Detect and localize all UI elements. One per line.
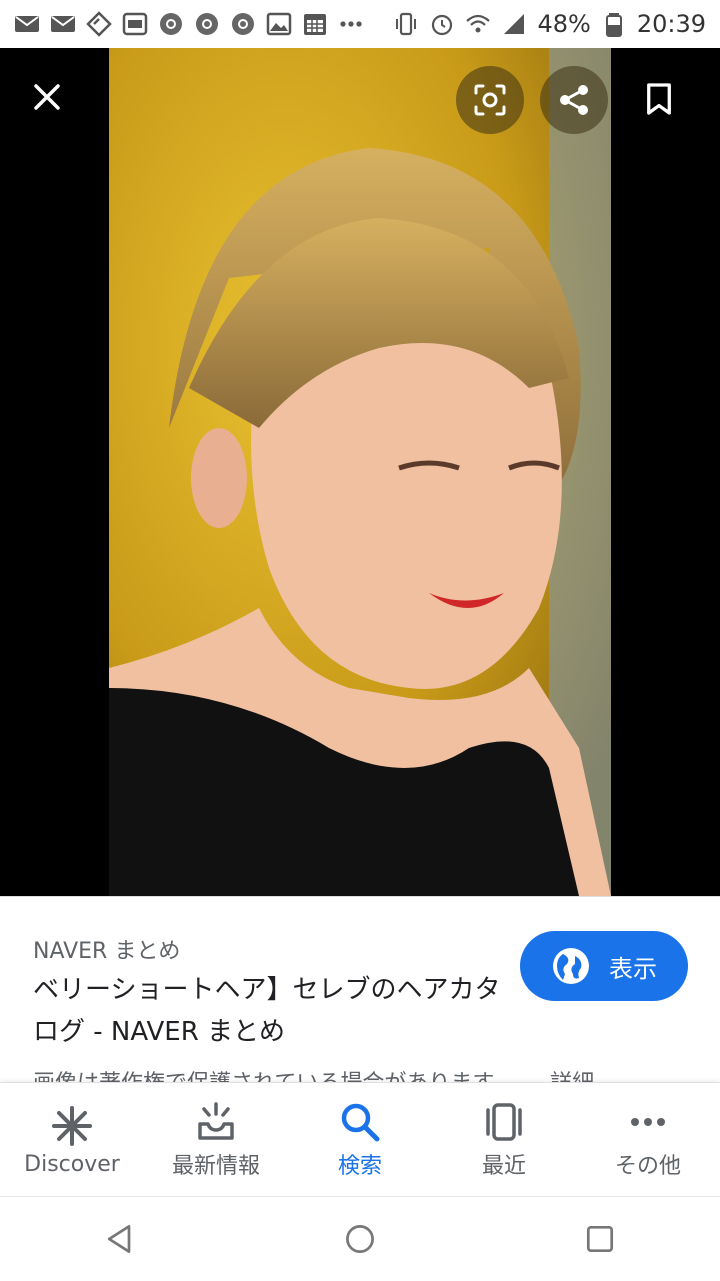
wifi-icon (465, 11, 491, 37)
home-button[interactable] (330, 1209, 390, 1269)
image-viewer (0, 48, 720, 896)
portrait-photo (109, 48, 611, 896)
recent-icon (486, 1103, 522, 1141)
system-navigation-bar (0, 1196, 720, 1281)
asterisk-icon (52, 1105, 92, 1146)
vibrate-icon (393, 11, 419, 37)
nav-label: 最新情報 (171, 1154, 260, 1179)
nav-label: 最近 (481, 1154, 526, 1179)
copyright-notice: 画像は著作権で保護されている場合があります。詳細 (33, 1065, 594, 1083)
image-icon (266, 11, 292, 37)
app-icon (86, 11, 112, 37)
updates-icon (198, 1102, 234, 1140)
recents-square-icon (586, 1225, 614, 1253)
result-info-panel: NAVER まとめ ベリーショートヘア】セレブのヘアカタログ - NAVER ま… (0, 896, 720, 1083)
more-icon (631, 1118, 665, 1126)
calendar-icon (302, 11, 328, 37)
nav-label: Discover (24, 1151, 120, 1177)
source-name[interactable]: NAVER まとめ (33, 933, 180, 965)
chrome-icon (230, 11, 256, 37)
clock: 20:39 (636, 10, 706, 38)
au-wallet-icon (122, 11, 148, 37)
globe-icon (553, 948, 589, 984)
recents-button[interactable] (570, 1209, 630, 1269)
nav-discover[interactable]: Discover (0, 1083, 144, 1197)
close-icon (34, 84, 60, 110)
signal-icon (501, 11, 527, 37)
share-button[interactable] (540, 66, 608, 134)
lens-search-button[interactable] (456, 66, 524, 134)
mail-au-icon (50, 11, 76, 37)
bookmark-button[interactable] (636, 76, 682, 122)
nav-updates[interactable]: 最新情報 (144, 1083, 288, 1197)
lens-icon (474, 84, 506, 116)
share-icon (560, 85, 588, 115)
nav-label: 検索 (337, 1154, 382, 1179)
chrome-icon (194, 11, 220, 37)
nav-recent[interactable]: 最近 (432, 1083, 576, 1197)
back-triangle-icon (107, 1225, 131, 1253)
preview-image[interactable] (109, 48, 611, 896)
view-button[interactable]: 表示 (520, 931, 688, 1001)
chrome-icon (158, 11, 184, 37)
nav-search[interactable]: 検索 (288, 1083, 432, 1197)
nav-label: その他 (614, 1154, 681, 1179)
view-button-label: 表示 (609, 954, 657, 983)
battery-icon (601, 11, 627, 37)
alarm-icon (429, 11, 455, 37)
mail-au-icon (14, 11, 40, 37)
result-title[interactable]: ベリーショートヘア】セレブのヘアカタログ - NAVER まとめ (33, 969, 503, 1053)
home-circle-icon (346, 1225, 374, 1253)
system-status: 48% 20:39 (393, 10, 706, 38)
back-button[interactable] (90, 1209, 150, 1269)
bottom-navigation: Discover 最新情報 検索 最近 その他 (0, 1082, 720, 1197)
notification-icons (14, 11, 364, 37)
battery-percent: 48% (537, 10, 591, 38)
search-icon (341, 1103, 380, 1142)
status-bar: 48% 20:39 (0, 0, 720, 48)
nav-more[interactable]: その他 (576, 1083, 720, 1197)
close-button[interactable] (24, 74, 70, 120)
bookmark-icon (647, 83, 671, 115)
more-dots-icon (338, 11, 364, 37)
